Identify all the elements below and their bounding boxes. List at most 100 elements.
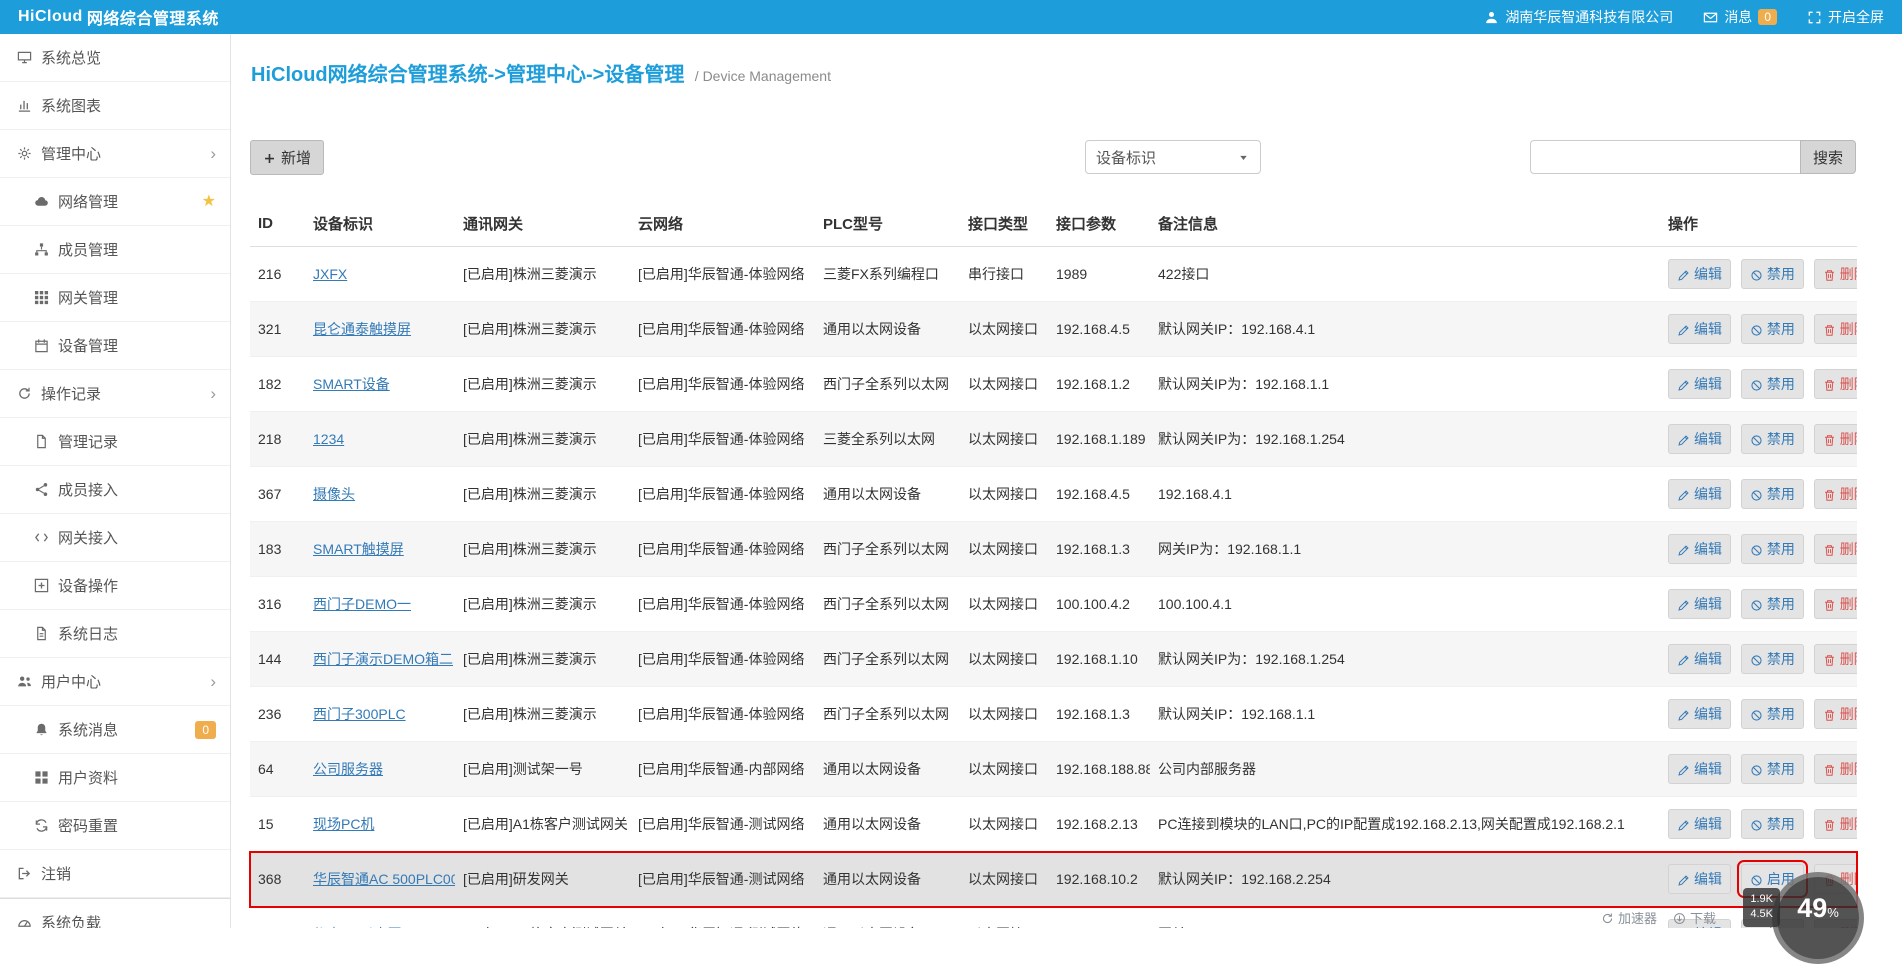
toggle-enable-button[interactable]: 禁用 — [1741, 534, 1804, 564]
device-link[interactable]: 现场PC机 — [313, 816, 374, 832]
edit-button[interactable]: 编辑 — [1668, 644, 1731, 674]
edit-button[interactable]: 编辑 — [1668, 424, 1731, 454]
delete-button[interactable]: 删除 — [1814, 259, 1857, 289]
device-link[interactable]: 西门子300PLC — [313, 706, 406, 722]
sidebar-item-plussq[interactable]: 设备操作 — [0, 562, 230, 610]
filter-field-select[interactable]: 设备标识 — [1085, 140, 1261, 174]
edit-button[interactable]: 编辑 — [1668, 534, 1731, 564]
edit-button[interactable]: 编辑 — [1668, 259, 1731, 289]
cell-note: 默认网关IP为：192.168.1.1 — [1150, 357, 1660, 412]
sidebar-item-refresh[interactable]: 密码重置 — [0, 802, 230, 850]
caret-down-icon — [1237, 149, 1250, 166]
fullscreen-button[interactable]: 开启全屏 — [1807, 7, 1884, 27]
device-link[interactable]: 1234 — [313, 431, 344, 447]
device-link[interactable]: 昆仑通泰触摸屏 — [313, 321, 411, 337]
sidebar-item-bell[interactable]: 系统消息 0 — [0, 706, 230, 754]
delete-button[interactable]: 删除 — [1814, 589, 1857, 619]
search-button[interactable]: 搜索 — [1800, 140, 1856, 174]
device-link[interactable]: 西门子DEMO一 — [313, 596, 411, 612]
cell-gateway: [已启用]测试架一号 — [455, 742, 630, 797]
cell-device-name: 现场PC机 — [305, 797, 455, 852]
edit-button[interactable]: 编辑 — [1668, 369, 1731, 399]
sidebar-item-calendar[interactable]: 设备管理 — [0, 322, 230, 370]
accelerator-link[interactable]: 加速器 — [1601, 908, 1657, 927]
sidebar-item-doc[interactable]: 管理记录 — [0, 418, 230, 466]
delete-button[interactable]: 删除 — [1814, 809, 1857, 839]
toggle-enable-button[interactable]: 禁用 — [1741, 809, 1804, 839]
company-menu[interactable]: 湖南华辰智通科技有限公司 — [1484, 7, 1673, 27]
toggle-enable-button[interactable]: 禁用 — [1741, 644, 1804, 674]
pencil-icon — [1677, 651, 1690, 667]
toggle-enable-button[interactable]: 禁用 — [1741, 314, 1804, 344]
table-row: 182 SMART设备 [已启用]株洲三菱演示 [已启用]华辰智通-体验网络 西… — [250, 357, 1857, 412]
edit-button[interactable]: 编辑 — [1668, 809, 1731, 839]
delete-button[interactable]: 删除 — [1814, 699, 1857, 729]
device-link[interactable]: 公司服务器 — [313, 761, 383, 777]
code-icon — [34, 530, 49, 545]
delete-button[interactable]: 删除 — [1814, 314, 1857, 344]
cell-plc-model: 通用以太网设备 — [815, 302, 960, 357]
sidebar-item-desktop[interactable]: 系统总览 — [0, 34, 230, 82]
search-input[interactable] — [1530, 140, 1800, 174]
delete-button[interactable]: 删除 — [1814, 479, 1857, 509]
cell-actions: 编辑 禁用 删除 — [1660, 522, 1857, 577]
edit-button[interactable]: 编辑 — [1668, 754, 1731, 784]
edit-button[interactable]: 编辑 — [1668, 314, 1731, 344]
toggle-enable-button[interactable]: 禁用 — [1741, 699, 1804, 729]
delete-button[interactable]: 删除 — [1814, 644, 1857, 674]
column-header: 操作 — [1660, 201, 1857, 247]
sidebar-item-gridlg[interactable]: 用户资料 — [0, 754, 230, 802]
device-link[interactable]: 西门子演示DEMO箱二 — [313, 651, 453, 667]
sidebar-item-cloud[interactable]: 网络管理 ★ — [0, 178, 230, 226]
toggle-enable-button[interactable]: 禁用 — [1741, 589, 1804, 619]
toggle-enable-button[interactable]: 禁用 — [1741, 259, 1804, 289]
sidebar-item-share[interactable]: 成员接入 — [0, 466, 230, 514]
toggle-enable-button[interactable]: 禁用 — [1741, 479, 1804, 509]
delete-button[interactable]: 删除 — [1814, 754, 1857, 784]
pencil-icon — [1677, 541, 1690, 557]
edit-button[interactable]: 编辑 — [1668, 864, 1731, 894]
sidebar-item-label: 系统消息 — [58, 719, 118, 740]
device-link[interactable]: 摄像头 — [313, 486, 355, 502]
download-link[interactable]: 下载 — [1673, 908, 1716, 927]
device-link[interactable]: SMART设备 — [313, 376, 390, 392]
toggle-enable-button[interactable]: 禁用 — [1741, 369, 1804, 399]
device-link[interactable]: JXFX — [313, 266, 347, 282]
messages-menu[interactable]: 消息 0 — [1703, 7, 1777, 27]
sidebar-item-sitemap[interactable]: 成员管理 — [0, 226, 230, 274]
cell-gateway: [已启用]株洲三菱演示 — [455, 357, 630, 412]
toggle-enable-button[interactable]: 禁用 — [1741, 424, 1804, 454]
load-gauge[interactable]: 49% — [1772, 872, 1864, 964]
delete-button[interactable]: 删除 — [1814, 424, 1857, 454]
ban-icon — [1750, 706, 1763, 722]
sidebar-item-gear[interactable]: 管理中心 › — [0, 130, 230, 178]
net-speed-widget[interactable]: 1.9K 4.5K 49% — [1743, 872, 1864, 964]
sidebar-item-code[interactable]: 网关接入 — [0, 514, 230, 562]
sidebar-item-gauge[interactable]: 系统负载 — [0, 898, 230, 928]
ban-icon — [1750, 541, 1763, 557]
add-device-button[interactable]: 新增 — [250, 140, 324, 175]
sidebar-item-label: 用户中心 — [41, 671, 101, 692]
cell-plc-model: 三菱FX系列编程口 — [815, 247, 960, 302]
toggle-enable-button[interactable]: 禁用 — [1741, 754, 1804, 784]
delete-button[interactable]: 删除 — [1814, 369, 1857, 399]
sidebar-item-grid[interactable]: 网关管理 — [0, 274, 230, 322]
delete-button[interactable]: 删除 — [1814, 534, 1857, 564]
table-row: 367 摄像头 [已启用]株洲三菱演示 [已启用]华辰智通-体验网络 通用以太网… — [250, 467, 1857, 522]
filter-selected-value: 设备标识 — [1096, 147, 1156, 168]
column-header: 云网络 — [630, 201, 815, 247]
sidebar-item-doctext[interactable]: 系统日志 — [0, 610, 230, 658]
device-link[interactable]: 华辰智通AC 500PLC001 — [313, 871, 455, 887]
plus-icon — [263, 149, 276, 166]
sidebar-item-logout[interactable]: 注销 — [0, 850, 230, 898]
edit-button[interactable]: 编辑 — [1668, 479, 1731, 509]
sidebar-item-history[interactable]: 操作记录 › — [0, 370, 230, 418]
sidebar-item-users[interactable]: 用户中心 › — [0, 658, 230, 706]
device-link[interactable]: SMART触摸屏 — [313, 541, 404, 557]
cell-actions: 编辑 禁用 删除 — [1660, 632, 1857, 687]
cell-device-name: 公司服务器 — [305, 742, 455, 797]
cell-device-name: 昆仑通泰触摸屏 — [305, 302, 455, 357]
sidebar-item-chart[interactable]: 系统图表 — [0, 82, 230, 130]
edit-button[interactable]: 编辑 — [1668, 589, 1731, 619]
edit-button[interactable]: 编辑 — [1668, 699, 1731, 729]
